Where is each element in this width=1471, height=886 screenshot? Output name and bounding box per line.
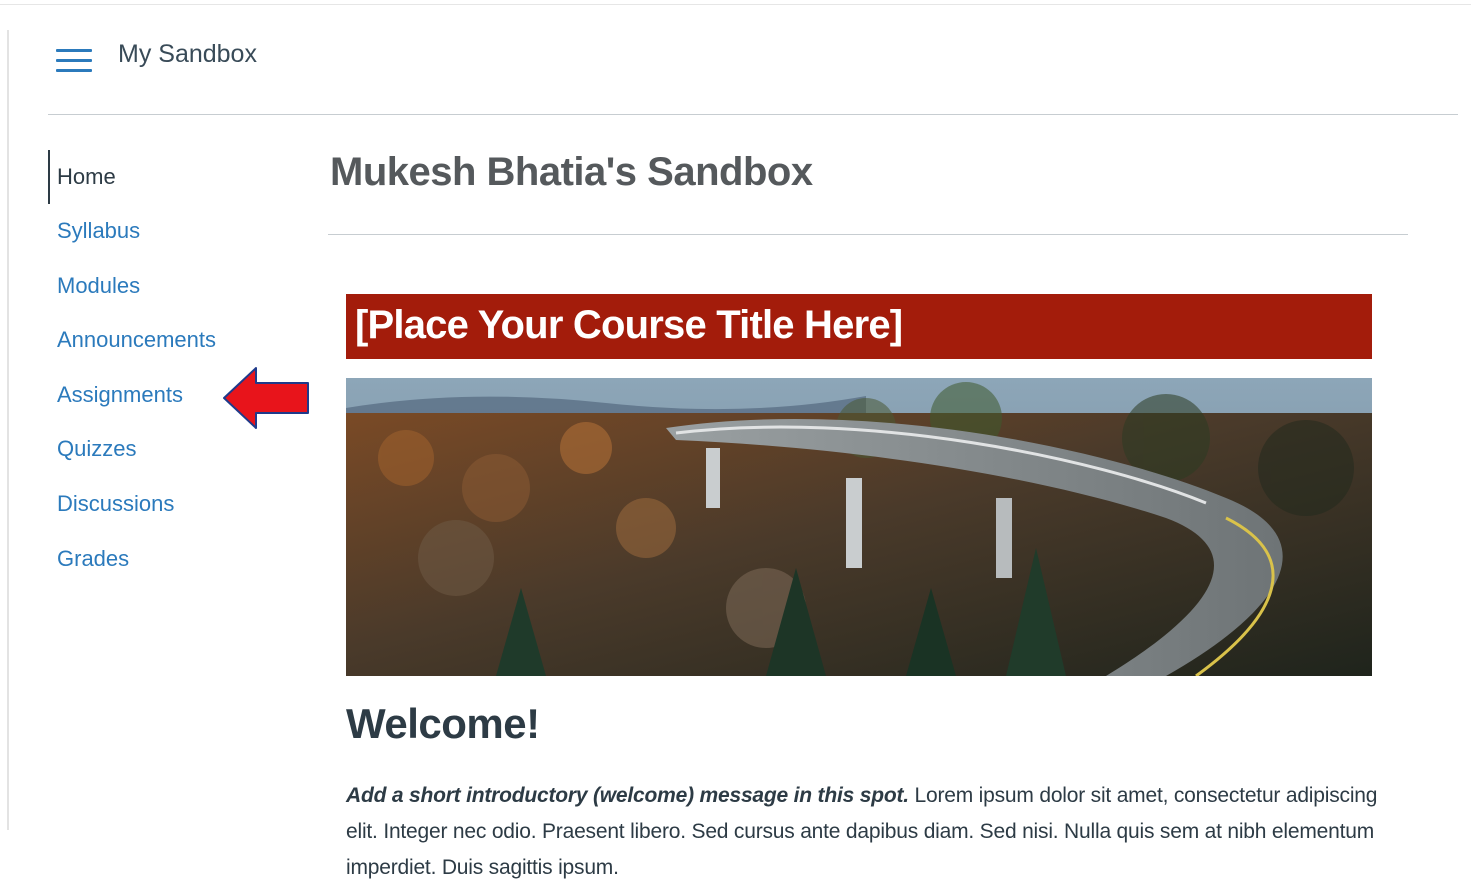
page-title: Mukesh Bhatia's Sandbox (330, 150, 813, 194)
title-divider (328, 234, 1408, 235)
intro-bold-text: Add a short introductory (welcome) messa… (346, 784, 909, 807)
nav-item-discussions[interactable]: Discussions (48, 477, 268, 532)
intro-paragraph: Add a short introductory (welcome) messa… (346, 778, 1386, 886)
hamburger-menu-icon[interactable] (56, 46, 92, 74)
left-border (7, 30, 9, 830)
nav-item-quizzes[interactable]: Quizzes (48, 422, 268, 477)
breadcrumb-course-link[interactable]: My Sandbox (118, 40, 257, 69)
nav-item-syllabus[interactable]: Syllabus (48, 204, 268, 259)
banner-title: [Place Your Course Title Here] (355, 303, 903, 347)
red-arrow-left-icon (223, 367, 309, 429)
course-title-banner: [Place Your Course Title Here] (346, 294, 1372, 359)
course-header: My Sandbox (48, 0, 1458, 115)
nav-item-home[interactable]: Home (48, 150, 268, 204)
nav-item-grades[interactable]: Grades (48, 532, 268, 587)
nav-item-announcements[interactable]: Announcements (48, 313, 268, 368)
welcome-heading: Welcome! (346, 700, 540, 747)
nav-item-modules[interactable]: Modules (48, 259, 268, 314)
hero-image (346, 378, 1372, 676)
